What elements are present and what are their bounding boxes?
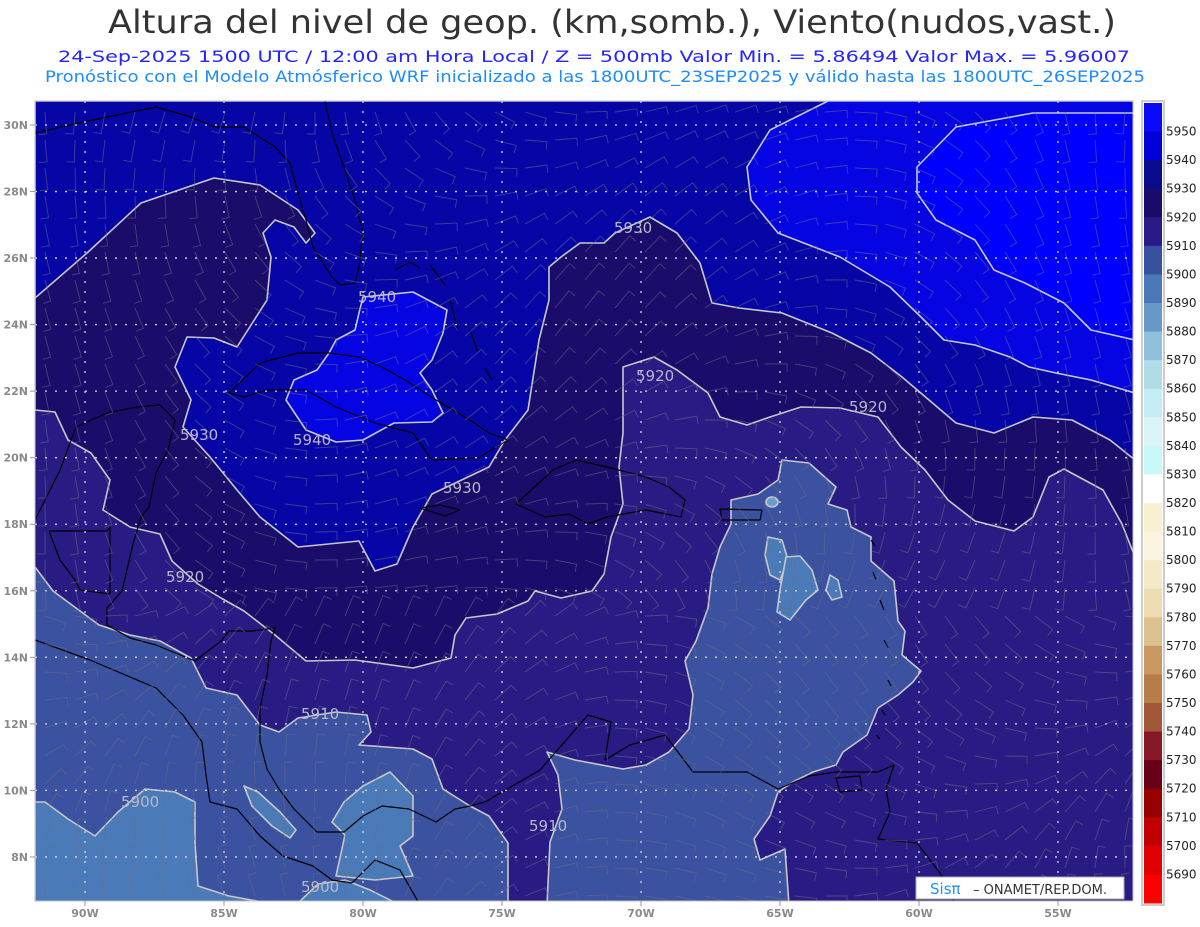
colorbar-swatch xyxy=(1144,703,1162,733)
lat-tick-label: 24N xyxy=(3,319,28,332)
lat-tick-label: 28N xyxy=(3,186,28,199)
lon-tick-label: 85W xyxy=(210,907,237,920)
lat-tick-label: 26N xyxy=(3,252,28,265)
colorbar-swatch xyxy=(1144,331,1162,361)
colorbar-label: 5890 xyxy=(1166,296,1197,310)
colorbar-label: 5920 xyxy=(1166,210,1197,224)
lat-tick-label: 12N xyxy=(3,718,28,731)
colorbar-swatch xyxy=(1144,788,1162,818)
lat-tick-label: 20N xyxy=(3,452,28,465)
colorbar-swatch xyxy=(1144,588,1162,618)
colorbar-swatch xyxy=(1144,531,1162,561)
colorbar-label: 5780 xyxy=(1166,610,1197,624)
colorbar-label: 5860 xyxy=(1166,382,1197,396)
colorbar-label: 5810 xyxy=(1166,525,1197,539)
colorbar-swatch xyxy=(1144,817,1162,847)
lon-tick-label: 60W xyxy=(905,907,932,920)
colorbar-swatch xyxy=(1144,274,1162,304)
map-subtitle: 24-Sep-2025 1500 UTC / 12:00 am Hora Loc… xyxy=(58,47,1130,66)
colorbar-label: 5930 xyxy=(1166,182,1197,196)
colorbar-swatch xyxy=(1144,103,1162,133)
lat-tick-label: 22N xyxy=(3,385,28,398)
colorbar-swatch xyxy=(1144,303,1162,333)
colorbar-label: 5790 xyxy=(1166,582,1197,596)
contour-label: 5920 xyxy=(636,367,674,385)
lon-tick-label: 70W xyxy=(627,907,654,920)
colorbar-swatch xyxy=(1144,674,1162,704)
colorbar-label: 5830 xyxy=(1166,467,1197,481)
colorbar-label: 5850 xyxy=(1166,410,1197,424)
map-title: Altura del nivel de geop. (km,somb.), Vi… xyxy=(108,3,1116,41)
colorbar-label: 5740 xyxy=(1166,725,1197,739)
colorbar-swatch xyxy=(1144,188,1162,218)
lon-tick-label: 65W xyxy=(766,907,793,920)
colorbar-label: 5820 xyxy=(1166,496,1197,510)
contour-label: 5910 xyxy=(529,817,567,835)
lon-tick-label: 90W xyxy=(71,907,98,920)
colorbar-swatch xyxy=(1144,760,1162,790)
model-info-line: Pronóstico con el Modelo Atmósferico WRF… xyxy=(45,67,1145,87)
lon-tick-label: 55W xyxy=(1044,907,1071,920)
weather-map: Altura del nivel de geop. (km,somb.), Vi… xyxy=(3,3,1197,920)
colorbar-label: 5730 xyxy=(1166,753,1197,767)
lat-tick-label: 30N xyxy=(3,119,28,132)
colorbar-label: 5900 xyxy=(1166,267,1197,281)
sispi-logo: Sisπ xyxy=(930,880,961,898)
colorbar-label: 5870 xyxy=(1166,353,1197,367)
colorbar-label: 5700 xyxy=(1166,839,1197,853)
colorbar-label: 5770 xyxy=(1166,639,1197,653)
credit-box: Sisπ – ONAMET/REP.DOM. xyxy=(915,876,1125,900)
lat-tick-label: 8N xyxy=(11,851,28,864)
colorbar-swatch xyxy=(1144,617,1162,647)
band-5880-5890-patch xyxy=(765,496,779,508)
colorbar-label: 5750 xyxy=(1166,696,1197,710)
contour-label: 5900 xyxy=(121,793,159,811)
lat-tick-label: 16N xyxy=(3,585,28,598)
contour-label: 5920 xyxy=(849,398,887,416)
contour-label: 5920 xyxy=(166,568,204,586)
colorbar-swatch xyxy=(1144,160,1162,190)
lat-tick-label: 18N xyxy=(3,518,28,531)
colorbar-swatch xyxy=(1144,388,1162,418)
colorbar-swatch xyxy=(1144,445,1162,475)
colorbar-swatch xyxy=(1144,360,1162,390)
contour-label: 5910 xyxy=(301,705,339,723)
colorbar-swatch xyxy=(1144,503,1162,533)
colorbar-swatch xyxy=(1144,874,1162,904)
colorbar-label: 5940 xyxy=(1166,153,1197,167)
contour-label: 5930 xyxy=(180,426,218,444)
colorbar-label: 5760 xyxy=(1166,667,1197,681)
lon-tick-label: 80W xyxy=(349,907,376,920)
colorbar-swatch xyxy=(1144,560,1162,590)
colorbar-label: 5710 xyxy=(1166,810,1197,824)
colorbar-label: 5690 xyxy=(1166,867,1197,881)
contour-label: 5930 xyxy=(614,219,652,237)
colorbar-swatch xyxy=(1144,217,1162,247)
colorbar-swatch xyxy=(1144,731,1162,761)
colorbar-swatch xyxy=(1144,417,1162,447)
contour-label: 5940 xyxy=(358,288,396,306)
lat-tick-label: 14N xyxy=(3,651,28,664)
colorbar-label: 5880 xyxy=(1166,325,1197,339)
colorbar-label: 5720 xyxy=(1166,782,1197,796)
plot-area: 5940 5940 5930 5930 5930 5920 5920 5920 … xyxy=(35,101,1133,901)
contour-label: 5900 xyxy=(301,878,339,896)
lon-tick-label: 75W xyxy=(488,907,515,920)
contour-label: 5930 xyxy=(443,479,481,497)
colorbar-swatch xyxy=(1144,245,1162,275)
colorbar-label: 5950 xyxy=(1166,125,1197,139)
colorbar-label: 5910 xyxy=(1166,239,1197,253)
colorbar-label: 5800 xyxy=(1166,553,1197,567)
credit-text: – ONAMET/REP.DOM. xyxy=(973,883,1107,898)
colorbar-swatch xyxy=(1144,845,1162,875)
colorbar-swatch xyxy=(1144,474,1162,504)
lat-tick-label: 10N xyxy=(3,784,28,797)
colorbar: 5950 5940 5930 5920 5910 5900 5890 5880 5870 5860… xyxy=(1141,100,1197,906)
colorbar-swatch xyxy=(1144,131,1162,161)
colorbar-swatch xyxy=(1144,645,1162,675)
colorbar-label: 5840 xyxy=(1166,439,1197,453)
contour-label: 5940 xyxy=(293,431,331,449)
